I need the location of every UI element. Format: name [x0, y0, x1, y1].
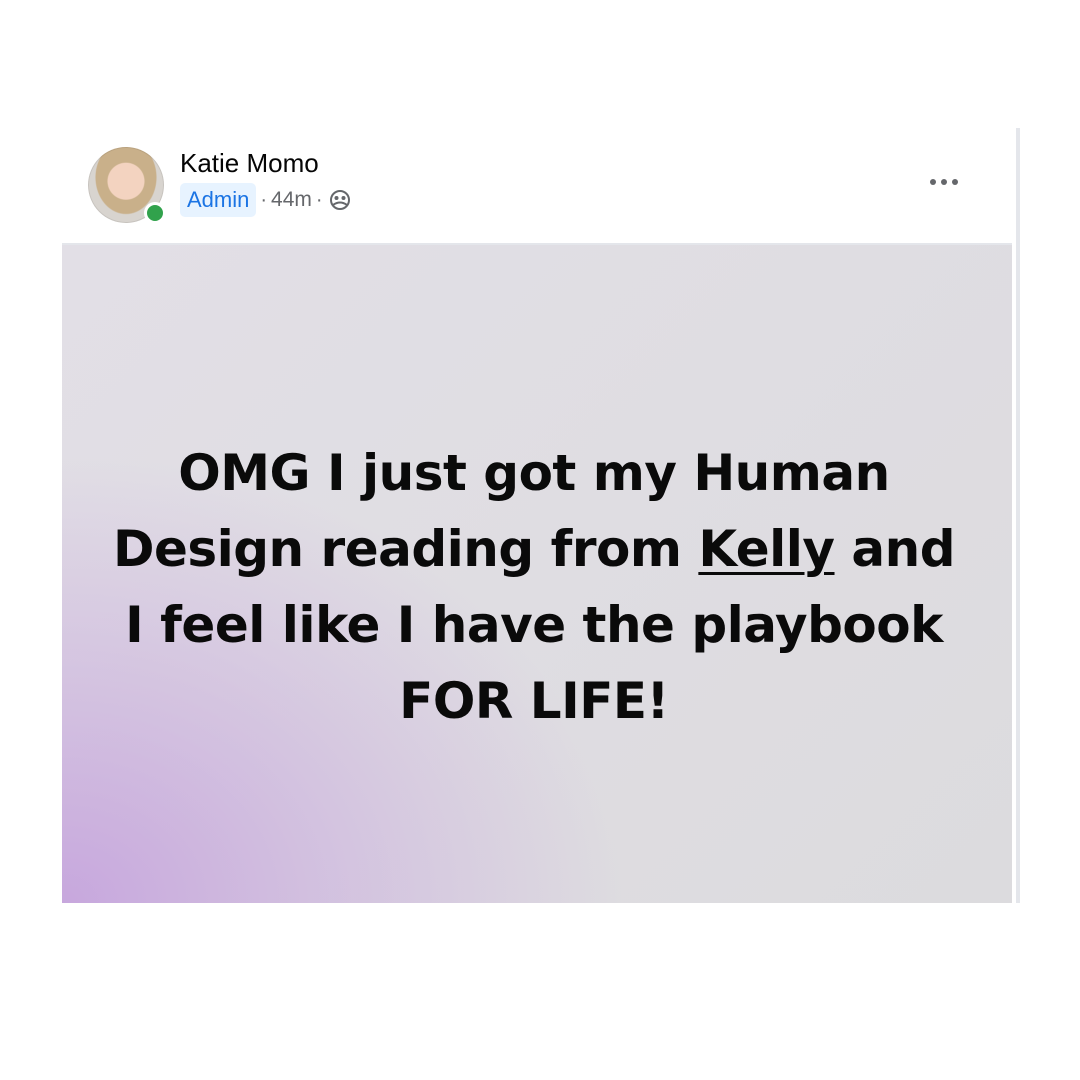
post-header: Katie Momo Admin · 44m ·	[62, 128, 1012, 244]
post-meta: Admin · 44m ·	[180, 183, 351, 217]
post-text-line: I feel like I have the playbook	[125, 596, 943, 654]
more-dot	[952, 179, 958, 185]
online-status-icon	[144, 202, 166, 224]
more-dot	[941, 179, 947, 185]
group-audience-icon[interactable]	[329, 189, 351, 211]
post-text-line: FOR LIFE!	[399, 672, 669, 730]
post-text-line: OMG I just got my Human	[178, 444, 890, 502]
meta-separator-2: ·	[315, 188, 323, 211]
post-card: Katie Momo Admin · 44m · OMG I just got …	[62, 128, 1020, 903]
mention-link[interactable]: Kelly	[698, 520, 835, 578]
more-dot	[930, 179, 936, 185]
post-text-fragment: and	[834, 520, 956, 578]
post-text-fragment: Design reading from	[112, 520, 699, 578]
admin-badge[interactable]: Admin	[180, 183, 257, 217]
post-text-line: Design reading from Kelly and	[62, 511, 1006, 587]
post-text: OMG I just got my Human Design reading f…	[62, 435, 1006, 739]
post-background: OMG I just got my Human Design reading f…	[62, 245, 1012, 903]
more-options-icon[interactable]	[924, 170, 964, 194]
post-timestamp[interactable]: 44m	[271, 188, 312, 212]
author-name[interactable]: Katie Momo	[180, 148, 319, 179]
meta-separator: ·	[260, 188, 268, 211]
